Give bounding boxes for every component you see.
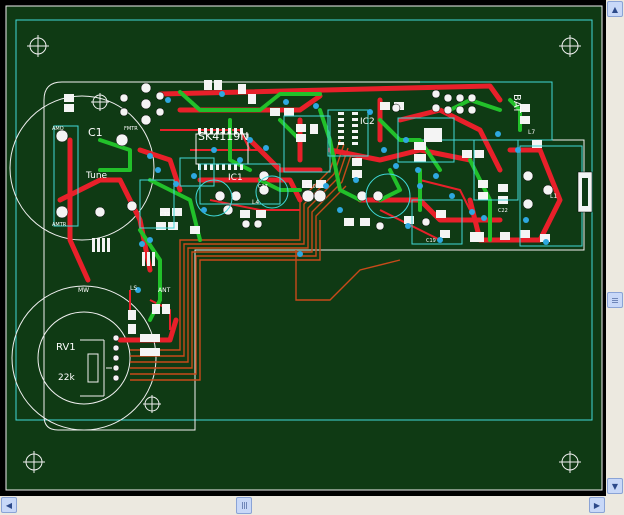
arrow-left-icon: ◀ bbox=[5, 500, 13, 510]
label-rv1: RV1 bbox=[56, 342, 76, 353]
label-ic1: IC1 bbox=[228, 173, 243, 183]
label-fmtr: FMTR bbox=[124, 126, 138, 132]
label-bat: BAT bbox=[511, 94, 522, 114]
label-c32: C32 bbox=[160, 212, 170, 218]
label-ic2: IC2 bbox=[360, 117, 375, 127]
label-amtr: AMTR bbox=[52, 222, 67, 228]
label-c19: C19 bbox=[426, 238, 436, 244]
pcb-layout[interactable]: SK4119N IC1 IC2 C1 Tune AMO FMTR AMTR MW… bbox=[0, 0, 606, 496]
label-rv1-value: 22k bbox=[58, 373, 75, 383]
label-l1: L1 bbox=[550, 193, 557, 200]
scroll-left-button[interactable]: ◀ bbox=[1, 497, 17, 513]
arrow-right-icon: ▶ bbox=[593, 500, 601, 510]
ic-small-chip bbox=[424, 128, 442, 142]
vertical-scroll-thumb[interactable] bbox=[607, 292, 623, 308]
vertical-scrollbar[interactable]: ▲ ▼ bbox=[606, 0, 624, 496]
scroll-down-button[interactable]: ▼ bbox=[607, 478, 623, 494]
horizontal-scroll-thumb[interactable] bbox=[236, 497, 252, 514]
scroll-up-button[interactable]: ▲ bbox=[607, 1, 623, 17]
label-c1: C1 bbox=[88, 126, 103, 139]
label-amo: AMO bbox=[52, 126, 64, 132]
battery-connector bbox=[577, 171, 593, 213]
scroll-right-button[interactable]: ▶ bbox=[589, 497, 605, 513]
label-c20: C20 bbox=[306, 184, 316, 190]
label-ls: LS bbox=[130, 285, 137, 292]
pcb-canvas[interactable]: SK4119N IC1 IC2 C1 Tune AMO FMTR AMTR MW… bbox=[0, 0, 606, 496]
label-c17: C17 bbox=[258, 184, 268, 190]
label-l4: L4 bbox=[252, 199, 259, 206]
arrow-down-icon: ▼ bbox=[611, 481, 619, 491]
label-ant: ANT bbox=[158, 287, 171, 294]
label-c22: C22 bbox=[498, 208, 508, 214]
label-tune: Tune bbox=[85, 171, 108, 181]
arrow-up-icon: ▲ bbox=[611, 4, 619, 14]
label-ic-main: SK4119N bbox=[198, 130, 248, 143]
label-mw: MW bbox=[78, 287, 89, 294]
label-l7: L7 bbox=[528, 129, 535, 136]
horizontal-scrollbar[interactable]: ◀ ▶ bbox=[0, 496, 606, 515]
scrollbar-corner bbox=[606, 496, 624, 515]
